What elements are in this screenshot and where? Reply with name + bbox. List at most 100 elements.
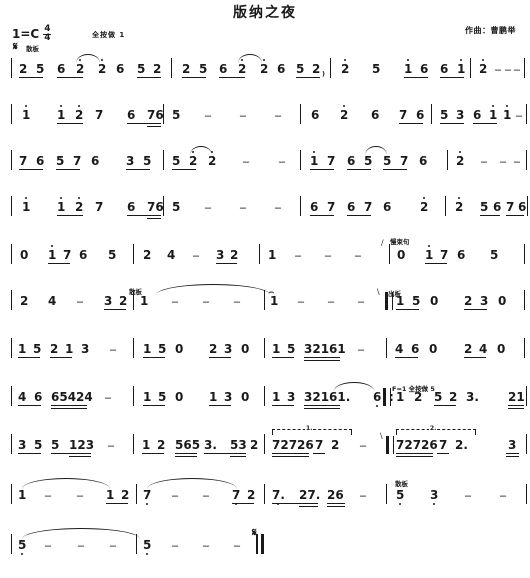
note: 1: [396, 294, 405, 308]
hold-dash: –: [172, 294, 178, 308]
repeat-barline-end: [386, 436, 394, 454]
note: 5: [440, 108, 449, 122]
note: 5: [172, 154, 181, 168]
note: 2: [121, 488, 130, 502]
note: 1: [57, 197, 65, 213]
beam-second: [175, 456, 197, 458]
note: 5: [172, 200, 181, 214]
staff-row-9: 3 5 5 123 – 1 2 565 3. 53 2 1. 72726 7 2…: [0, 425, 530, 464]
note: 6: [57, 62, 66, 76]
octave-dot-low: [433, 503, 436, 505]
beam: [127, 215, 161, 217]
note: 53: [230, 438, 247, 452]
note: 21: [508, 390, 525, 404]
note: 3: [508, 438, 517, 452]
note: 6: [36, 154, 45, 168]
barline: [163, 150, 165, 170]
note: 1: [22, 197, 30, 213]
note: 1: [268, 248, 277, 262]
note: 5: [108, 248, 117, 262]
note: 3: [224, 342, 233, 356]
beam: [18, 405, 41, 407]
barline: [11, 534, 13, 554]
fingering-note: 全按做 1: [92, 31, 126, 39]
note: 2: [208, 151, 216, 167]
note: 3: [104, 294, 113, 308]
note: 1: [143, 342, 152, 356]
hold-dash: –: [505, 62, 511, 76]
beam: [18, 357, 40, 359]
note: 76: [147, 200, 164, 214]
octave-dot-high: [25, 105, 28, 107]
note: 6: [310, 200, 319, 214]
final-barline: [256, 534, 258, 554]
note: 1: [140, 294, 149, 308]
staff-row-7: 1 5 2 1 3 – 1 5 0 2 3 0 1 5 32161 – 4 6 …: [0, 334, 530, 368]
note: 7: [19, 154, 28, 168]
barline: [133, 386, 135, 406]
note: 7: [399, 108, 408, 122]
beam: [216, 263, 237, 265]
beam: [106, 503, 128, 505]
hold-dash: –: [240, 108, 246, 122]
beam: [310, 215, 334, 217]
note: 7: [364, 200, 373, 214]
hold-dash: –: [193, 248, 199, 262]
slur: [76, 54, 100, 63]
note: 0: [498, 294, 507, 308]
barline: [524, 338, 526, 358]
note: 5: [34, 438, 43, 452]
hold-dash: –: [360, 488, 366, 502]
octave-dot-high: [344, 59, 347, 61]
barline: [11, 104, 13, 124]
hold-dash: –: [275, 108, 281, 122]
note: 1: [489, 105, 497, 121]
barline: [300, 196, 302, 216]
note: 0: [241, 342, 250, 356]
beam: [209, 405, 231, 407]
note: 5: [172, 108, 181, 122]
breath-mark: /: [381, 238, 384, 248]
breath-mark: \: [380, 431, 383, 441]
beam: [50, 357, 72, 359]
barline: [264, 386, 266, 406]
octave-dot-high: [78, 105, 81, 107]
octave-dot-low: [146, 503, 149, 505]
beam: [396, 453, 433, 455]
hold-dash: –: [78, 538, 84, 552]
note: 6: [518, 200, 527, 214]
beam: [313, 453, 325, 455]
beam: [57, 123, 83, 125]
note: 4: [18, 390, 27, 404]
octave-dot-high: [506, 105, 509, 107]
note: 6: [277, 62, 286, 76]
note: 2: [340, 105, 348, 121]
note: 7: [63, 248, 72, 262]
note: 6: [116, 62, 125, 76]
beam: [51, 405, 87, 407]
beam: [464, 309, 487, 311]
staff-row-2: 1 1 2 7 6 76 5 – – – 6 2 6 7 6 5 3 6 1 1…: [0, 100, 530, 134]
note: 7: [95, 108, 104, 122]
staff-row-8: 4 6 65424 – 1 5 0 1 3 0 1 3 32161. 6 F=1…: [0, 382, 530, 416]
beam: [209, 357, 231, 359]
hold-dash: –: [203, 538, 209, 552]
note: 0: [397, 248, 406, 262]
beam: [204, 453, 246, 455]
note: 0: [175, 342, 184, 356]
beam-second: [147, 218, 161, 220]
note: 0: [497, 342, 506, 356]
beam: [272, 405, 294, 407]
beam: [19, 77, 43, 79]
beam: [143, 357, 165, 359]
beam: [137, 77, 161, 79]
note: 1: [425, 245, 433, 261]
note: 2: [414, 390, 423, 404]
note: 565: [175, 438, 201, 452]
note: 2: [50, 342, 59, 356]
note: 1: [57, 105, 65, 121]
octave-dot-high: [313, 151, 316, 153]
hold-dash: –: [355, 248, 361, 262]
hold-dash: –: [203, 488, 209, 502]
hold-dash: –: [500, 154, 506, 168]
